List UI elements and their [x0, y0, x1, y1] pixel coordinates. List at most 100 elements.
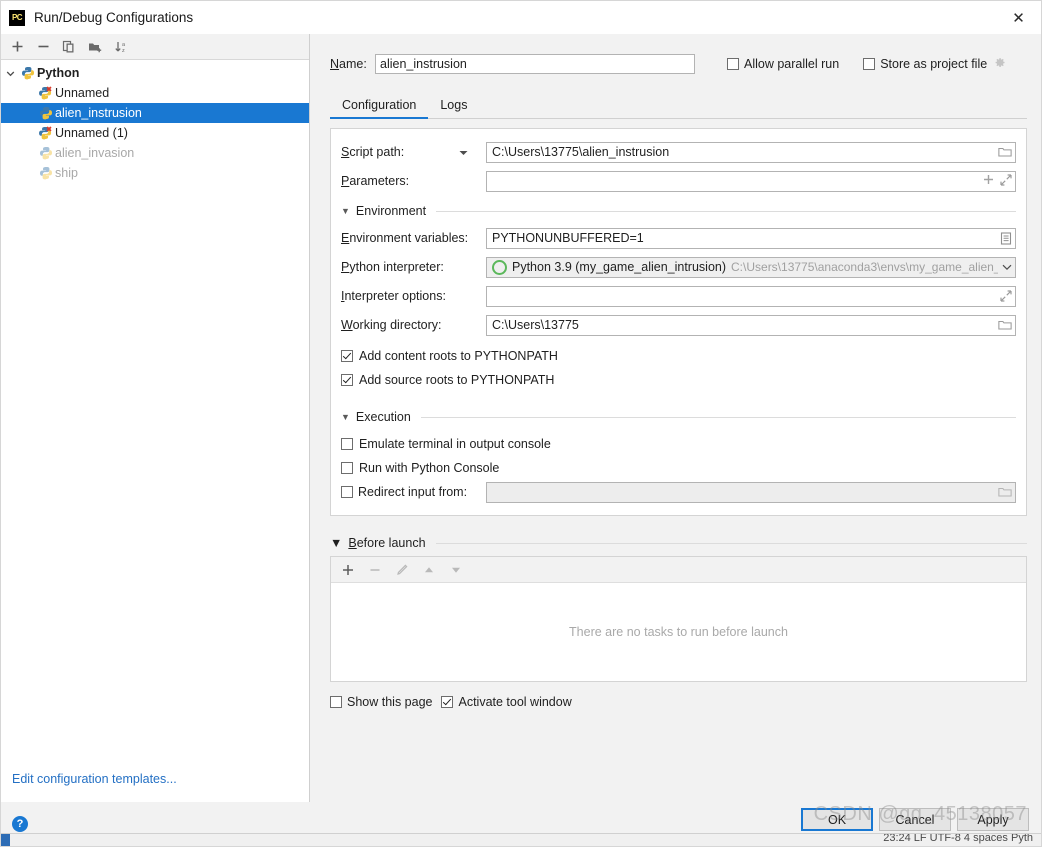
python-interpreter-row: Python interpreter: Python 3.9 (my_game_…: [341, 256, 1016, 278]
configurations-sidebar: a z Python Unnamed alien_instrusion Unna…: [1, 34, 310, 802]
cancel-button[interactable]: Cancel: [879, 808, 951, 831]
environment-variables-edit-button[interactable]: [996, 231, 1012, 245]
tree-item-label: Unnamed (1): [55, 126, 128, 140]
help-icon[interactable]: ?: [12, 816, 28, 832]
redirect-input-row: Redirect input from:: [341, 481, 1016, 503]
store-as-project-file-checkbox[interactable]: Store as project file: [863, 57, 987, 71]
edit-configuration-templates-link[interactable]: Edit configuration templates...: [12, 772, 177, 786]
python-interpreter-value-wrap: Python 3.9 (my_game_alien_intrusion) C:\…: [492, 259, 998, 275]
script-path-value: C:\Users\13775\alien_instrusion: [492, 145, 670, 159]
script-path-browse-button[interactable]: [994, 146, 1012, 158]
environment-variables-input[interactable]: PYTHONUNBUFFERED=1: [486, 227, 1016, 249]
python-error-icon: [37, 125, 54, 141]
new-folder-icon[interactable]: [83, 36, 107, 58]
activate-tool-window-checkbox[interactable]: Activate tool window: [441, 695, 572, 709]
interpreter-options-expand-icon[interactable]: [996, 290, 1012, 302]
parameters-input[interactable]: [486, 170, 1016, 192]
python-icon: [19, 65, 36, 81]
run-with-python-console-checkbox[interactable]: Run with Python Console: [341, 457, 1016, 478]
python-icon: [37, 105, 54, 121]
tree-item-label: ship: [55, 166, 78, 180]
store-as-project-file-label: Store as project file: [880, 57, 988, 71]
ok-button[interactable]: OK: [801, 808, 873, 831]
execution-section-label: Execution: [355, 410, 411, 424]
close-icon[interactable]: ✕: [996, 1, 1041, 34]
name-label: Name:: [330, 57, 367, 71]
show-this-page-checkbox[interactable]: Show this page: [330, 695, 432, 709]
copy-icon[interactable]: [57, 36, 81, 58]
python-error-icon: [37, 85, 54, 101]
tree-item-unnamed[interactable]: Unnamed: [1, 83, 309, 103]
gear-icon[interactable]: [993, 56, 1006, 72]
expand-icon[interactable]: [1000, 173, 1012, 189]
tab-configuration[interactable]: Configuration: [330, 98, 429, 119]
add-content-roots-label: Add content roots to PYTHONPATH: [359, 348, 558, 363]
arrow-up-icon[interactable]: [417, 559, 441, 581]
insert-macro-icon[interactable]: [983, 174, 994, 188]
python-interpreter-dropdown-icon[interactable]: [998, 264, 1012, 271]
add-task-button[interactable]: [336, 559, 360, 581]
dialog-body: a z Python Unnamed alien_instrusion Unna…: [1, 34, 1041, 802]
remove-configuration-button[interactable]: [31, 36, 55, 58]
tree-item-ship[interactable]: ship: [1, 163, 309, 183]
pencil-icon[interactable]: [390, 559, 414, 581]
run-debug-configurations-dialog: PC Run/Debug Configurations ✕ a z Python…: [0, 0, 1042, 847]
script-path-input[interactable]: C:\Users\13775\alien_instrusion: [486, 141, 1016, 163]
remove-task-button[interactable]: [363, 559, 387, 581]
python-interpreter-label: Python interpreter:: [341, 260, 444, 274]
title-bar: PC Run/Debug Configurations ✕: [1, 1, 1041, 34]
tree-item-alien-instrusion[interactable]: alien_instrusion: [1, 103, 309, 123]
working-directory-browse-button[interactable]: [994, 319, 1012, 331]
name-input[interactable]: [375, 54, 695, 74]
tree-item-unnamed-1[interactable]: Unnamed (1): [1, 123, 309, 143]
script-path-label: Script path:: [341, 145, 486, 159]
apply-button[interactable]: Apply: [957, 808, 1029, 831]
script-path-row: Script path: C:\Users\13775\alien_instru…: [341, 141, 1016, 163]
sidebar-toolbar: a z: [1, 34, 309, 60]
working-directory-input[interactable]: C:\Users\13775: [486, 314, 1016, 336]
caret-down-icon[interactable]: [459, 145, 468, 159]
add-configuration-button[interactable]: [5, 36, 29, 58]
tree-item-alien-invasion[interactable]: alien_invasion: [1, 143, 309, 163]
activate-tool-window-label: Activate tool window: [458, 695, 572, 709]
environment-section-header[interactable]: ▼ Environment: [341, 204, 1016, 218]
section-divider: [436, 210, 1016, 212]
bottom-options: Show this page Activate tool window: [330, 692, 1027, 712]
before-launch-label: Before launch: [348, 536, 426, 550]
environment-variables-label: Environment variables:: [341, 231, 469, 245]
tree-item-label: alien_invasion: [55, 146, 135, 160]
redirect-input-from-checkbox[interactable]: Redirect input from:: [341, 485, 486, 499]
working-directory-label: Working directory:: [341, 318, 442, 332]
run-with-python-console-label: Run with Python Console: [359, 460, 500, 475]
checkbox-box: [341, 461, 353, 474]
tab-logs[interactable]: Logs: [428, 98, 479, 118]
add-source-roots-checkbox[interactable]: Add source roots to PYTHONPATH: [341, 369, 1016, 390]
tree-group-python[interactable]: Python: [1, 63, 309, 83]
interpreter-options-label: Interpreter options:: [341, 289, 446, 303]
sort-az-icon[interactable]: a z: [109, 36, 133, 58]
checkbox-box: [727, 58, 739, 70]
dialog-buttons: OK Cancel Apply: [801, 808, 1029, 831]
svg-text:z: z: [122, 48, 125, 54]
add-content-roots-checkbox[interactable]: Add content roots to PYTHONPATH: [341, 345, 1016, 366]
add-source-roots-label: Add source roots to PYTHONPATH: [359, 372, 555, 387]
python-interpreter-select[interactable]: Python 3.9 (my_game_alien_intrusion) C:\…: [486, 256, 1016, 278]
arrow-down-icon[interactable]: [444, 559, 468, 581]
chevron-down-icon[interactable]: [1, 69, 19, 78]
emulate-terminal-checkbox[interactable]: Emulate terminal in output console: [341, 433, 1016, 454]
configurations-tree[interactable]: Python Unnamed alien_instrusion Unnamed …: [1, 60, 309, 802]
checkbox-box: [441, 696, 454, 708]
configuration-form: Script path: C:\Users\13775\alien_instru…: [330, 128, 1027, 516]
interpreter-options-input[interactable]: [486, 285, 1016, 307]
execution-section-header[interactable]: ▼ Execution: [341, 410, 1016, 424]
show-this-page-label: Show this page: [347, 695, 433, 709]
python-interpreter-path-hint: C:\Users\13775\anaconda3\envs\my_game_al…: [731, 260, 998, 274]
emulate-terminal-label: Emulate terminal in output console: [359, 436, 551, 451]
section-divider: [420, 416, 1016, 418]
parameters-label: Parameters:: [341, 174, 410, 188]
before-launch-section-header[interactable]: ▼ Before launch: [330, 536, 1027, 550]
environment-variables-value: PYTHONUNBUFFERED=1: [492, 231, 644, 245]
allow-parallel-run-checkbox[interactable]: Allow parallel run: [727, 57, 839, 71]
working-directory-row: Working directory: C:\Users\13775: [341, 314, 1016, 336]
triangle-down-icon: ▼: [330, 536, 343, 550]
